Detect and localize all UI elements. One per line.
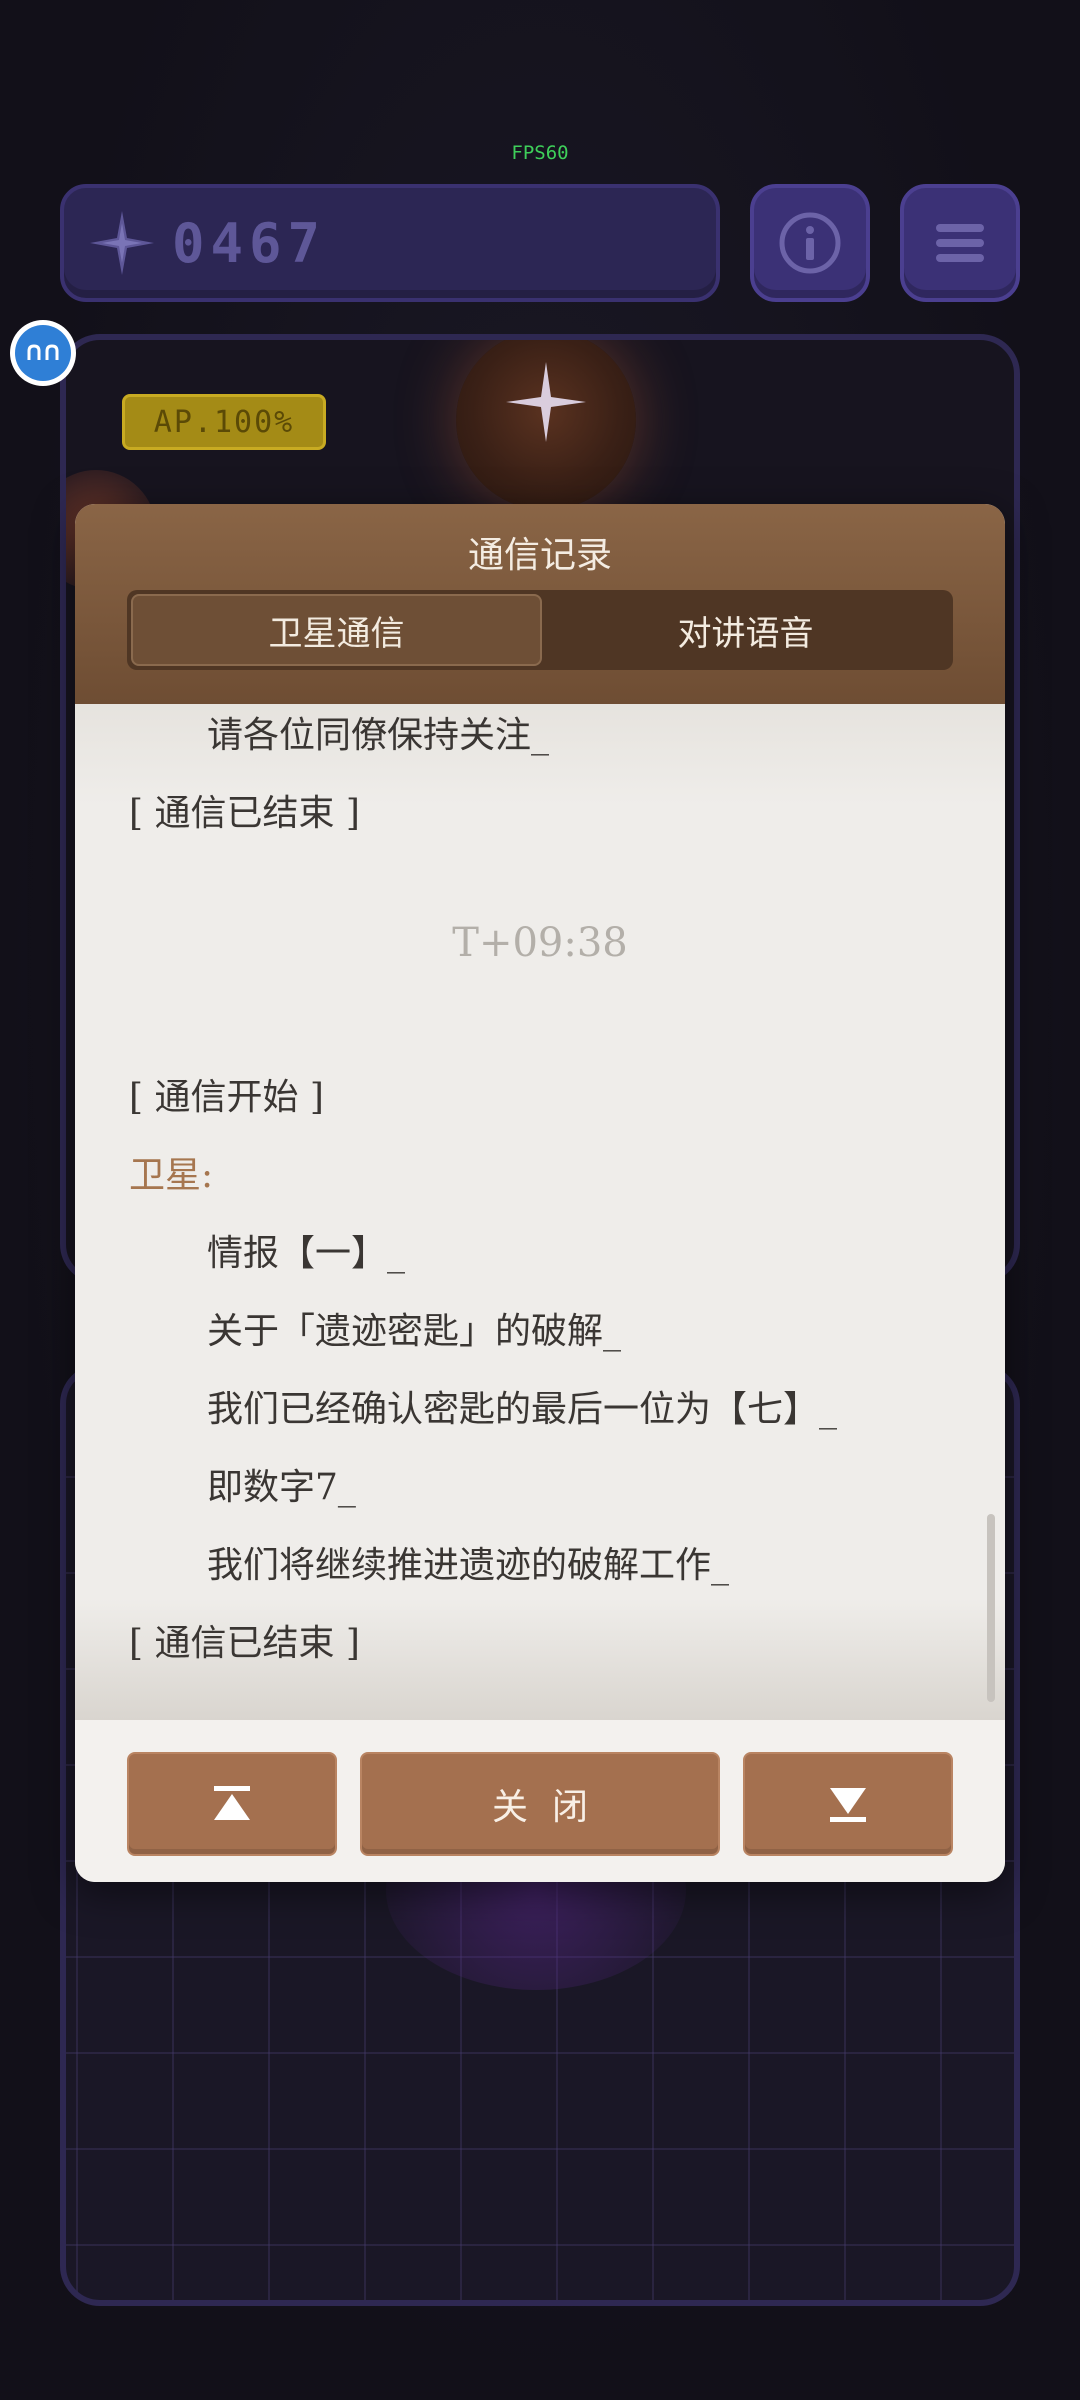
log-scroll-area[interactable]: 请各位同僚保持关注_ [ 通信已结束 ] T+09:38 [ 通信开始 ] 卫星… bbox=[75, 704, 1005, 1720]
tab-satellite[interactable]: 卫星通信 bbox=[131, 594, 542, 666]
log-line: 我们将继续推进遗迹的破解工作_ bbox=[207, 1545, 730, 1586]
log-line: 即数字7_ bbox=[207, 1467, 356, 1508]
close-button[interactable]: 关闭 bbox=[360, 1752, 720, 1856]
menu-icon bbox=[936, 224, 984, 262]
sparkle-icon bbox=[506, 362, 586, 442]
log-line: 我们已经确认密匙的最后一位为【七】_ bbox=[207, 1389, 838, 1430]
log-line: 请各位同僚保持关注_ bbox=[207, 715, 550, 756]
scroll-bottom-button[interactable] bbox=[743, 1752, 953, 1856]
scrollbar[interactable] bbox=[987, 1514, 995, 1702]
scroll-to-top-icon bbox=[214, 1786, 250, 1820]
log-speaker: 卫星: bbox=[129, 1155, 214, 1196]
menu-button[interactable] bbox=[900, 184, 1020, 302]
assistant-bubble[interactable] bbox=[10, 320, 76, 386]
scroll-to-bottom-icon bbox=[830, 1788, 866, 1822]
log-line: [ 通信开始 ] bbox=[129, 1077, 324, 1118]
score-display: 0467 bbox=[60, 184, 720, 302]
score-value: 0467 bbox=[172, 211, 327, 275]
compass-star-icon bbox=[90, 211, 154, 275]
log-line: 关于「遗迹密匙」的破解_ bbox=[207, 1311, 622, 1352]
fps-counter: FPS60 bbox=[511, 142, 569, 164]
tab-walkie-talkie[interactable]: 对讲语音 bbox=[542, 594, 949, 666]
dialog-header: 通信记录 卫星通信 对讲语音 bbox=[75, 504, 1005, 704]
log-timestamp: T+09:38 bbox=[452, 920, 628, 966]
scroll-top-button[interactable] bbox=[127, 1752, 337, 1856]
log-line: [ 通信已结束 ] bbox=[129, 1623, 360, 1664]
log-line: 情报【一】_ bbox=[207, 1233, 406, 1274]
dialog-title: 通信记录 bbox=[467, 535, 612, 576]
tab-bar: 卫星通信 对讲语音 bbox=[127, 590, 953, 670]
ap-badge: AP.100% bbox=[122, 394, 326, 450]
dialog-footer: 关闭 bbox=[75, 1720, 1005, 1882]
comm-log-dialog: 通信记录 卫星通信 对讲语音 请各位同僚保持关注_ [ 通信已结束 ] T+09… bbox=[75, 504, 1005, 1882]
log-line: [ 通信已结束 ] bbox=[129, 793, 360, 834]
info-button[interactable] bbox=[750, 184, 870, 302]
assistant-bubble-icon bbox=[27, 344, 59, 360]
info-icon bbox=[779, 212, 841, 274]
